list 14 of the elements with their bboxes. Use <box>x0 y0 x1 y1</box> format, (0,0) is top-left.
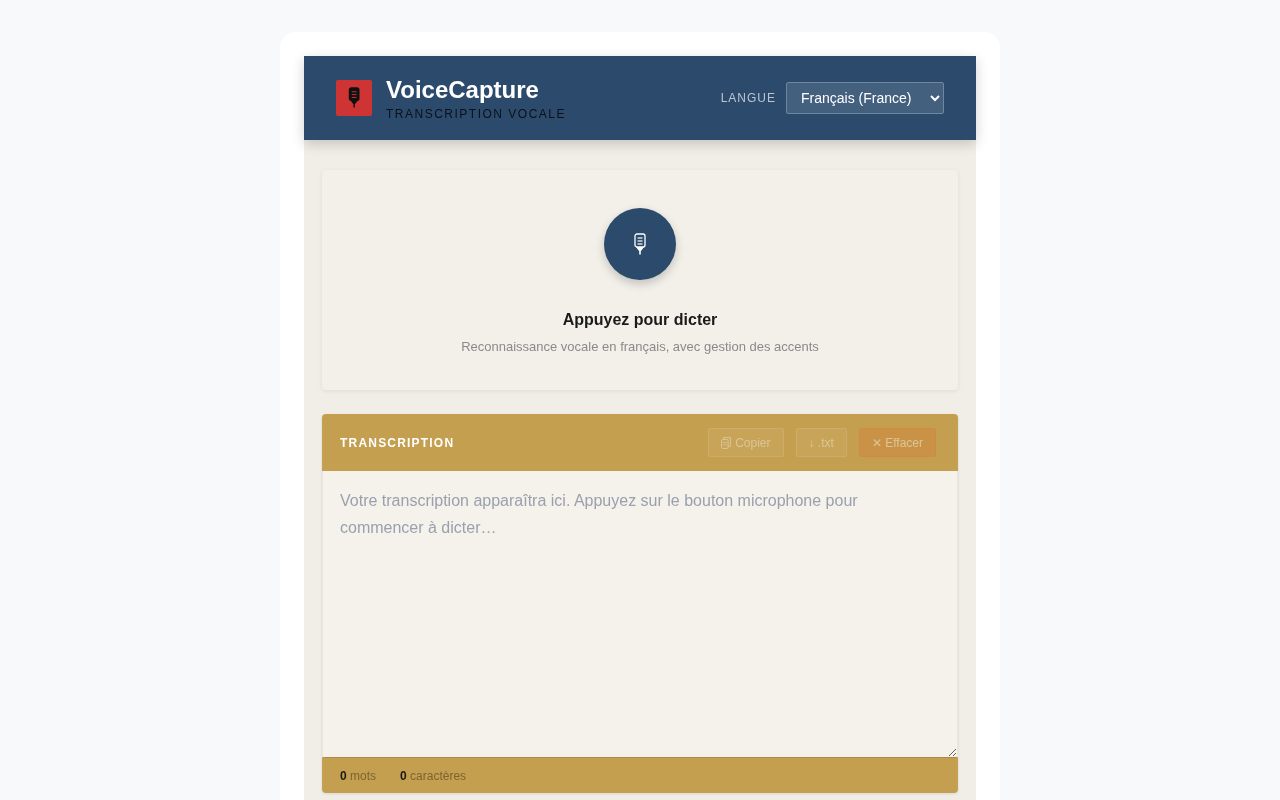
microphone-icon <box>633 233 647 255</box>
transcription-title: TRANSCRIPTION <box>340 435 455 450</box>
stat-count: 0 mots <box>340 768 377 783</box>
microphone-button[interactable] <box>604 208 676 280</box>
transcription-field[interactable]: Votre transcription apparaîtra ici. Appuyez sur le bouton microphone pour commencer à dicter… <box>322 471 958 758</box>
dictation-subtitle: Reconnaissance vocale en français, avec gestion des accents <box>461 339 819 354</box>
stat-count: 0 caractères <box>400 768 467 783</box>
dictation-title: Appuyez pour dicter <box>562 311 718 329</box>
copy-icon <box>721 436 732 449</box>
language-select[interactable]: Français (France) <box>786 82 944 114</box>
app-subtitle: TRANSCRIPTION VOCALE <box>386 106 567 121</box>
app-title: VoiceCapture <box>386 75 540 104</box>
microphone-logo-icon <box>336 80 372 116</box>
language-label: LANGUE <box>720 91 776 105</box>
